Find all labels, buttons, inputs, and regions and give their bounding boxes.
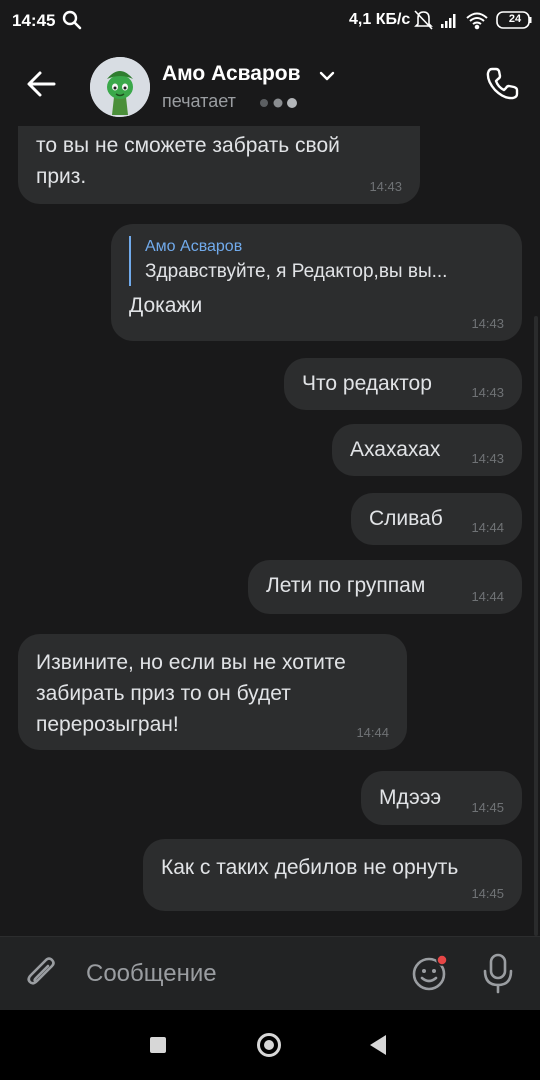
chat-header: Амо Асваров печатает: [0, 44, 540, 126]
message-time: 14:43: [471, 385, 504, 400]
outgoing-message[interactable]: Амо Асваров Здравствуйте, я Редактор,вы …: [111, 224, 522, 341]
avatar-image: [90, 57, 150, 117]
outgoing-message[interactable]: Ахахахах 14:43: [332, 424, 522, 476]
message-time: 14:43: [369, 179, 402, 194]
phone-icon[interactable]: [482, 64, 522, 104]
wifi-icon: [466, 12, 488, 30]
outgoing-message[interactable]: Сливаб 14:44: [351, 493, 522, 545]
reply-quote[interactable]: Амо Асваров Здравствуйте, я Редактор,вы …: [129, 236, 504, 286]
message-list[interactable]: то вы не сможете забрать свой приз. 14:4…: [0, 126, 540, 936]
outgoing-message[interactable]: Как с таких дебилов не орнуть 14:45: [143, 839, 522, 911]
outgoing-message[interactable]: Лети по группам 14:44: [248, 560, 522, 614]
home-circle-icon[interactable]: [257, 1033, 281, 1057]
typing-status: печатает: [162, 91, 236, 111]
message-composer: [0, 936, 540, 1010]
microphone-icon[interactable]: [480, 952, 516, 994]
message-time: 14:44: [471, 520, 504, 535]
message-text: Извините, но если вы не хотите: [36, 651, 346, 674]
message-text: перерозыгран!: [36, 713, 179, 736]
contact-name[interactable]: Амо Асваров: [162, 62, 301, 86]
emoji-icon[interactable]: [410, 953, 450, 993]
typing-dots-icon: [260, 98, 297, 108]
incoming-message[interactable]: Извините, но если вы не хотите забирать …: [18, 634, 407, 750]
signal-icon: [441, 14, 456, 28]
message-time: 14:43: [471, 451, 504, 466]
system-nav-bar: [0, 1010, 540, 1080]
incoming-message[interactable]: то вы не сможете забрать свой приз. 14:4…: [18, 126, 420, 204]
back-arrow-icon[interactable]: [22, 66, 62, 102]
recents-square-icon[interactable]: [150, 1037, 166, 1053]
outgoing-message[interactable]: Мдэээ 14:45: [361, 771, 522, 825]
status-bar: 14:45 4,1 КБ/с 24: [0, 0, 540, 44]
scrollbar[interactable]: [534, 316, 538, 936]
message-text: Лети по группам: [266, 574, 426, 597]
status-time: 14:45: [12, 11, 56, 30]
mute-icon: [414, 10, 433, 30]
message-text: Как с таких дебилов не орнуть: [161, 856, 459, 879]
message-input[interactable]: [86, 957, 386, 991]
reply-author: Амо Асваров: [145, 238, 243, 255]
outgoing-message[interactable]: Что редактор 14:43: [284, 358, 522, 410]
message-time: 14:44: [471, 589, 504, 604]
paperclip-icon[interactable]: [22, 953, 62, 993]
message-text: забирать приз то он будет: [36, 682, 291, 705]
message-time: 14:45: [471, 800, 504, 815]
battery-level: 24: [508, 13, 522, 25]
avatar[interactable]: [90, 57, 150, 117]
message-time: 14:43: [471, 316, 504, 331]
chevron-down-icon[interactable]: [318, 68, 336, 84]
message-text: приз.: [36, 165, 87, 188]
message-time: 14:45: [471, 886, 504, 901]
search-icon: [62, 10, 82, 30]
back-triangle-icon[interactable]: [370, 1035, 386, 1055]
reply-text: Здравствуйте, я Редактор,вы вы...: [145, 261, 448, 282]
message-text: Докажи: [129, 294, 203, 317]
network-speed: 4,1 КБ/с: [349, 11, 411, 28]
message-time: 14:44: [356, 725, 389, 740]
message-text: то вы не сможете забрать свой: [36, 134, 340, 157]
